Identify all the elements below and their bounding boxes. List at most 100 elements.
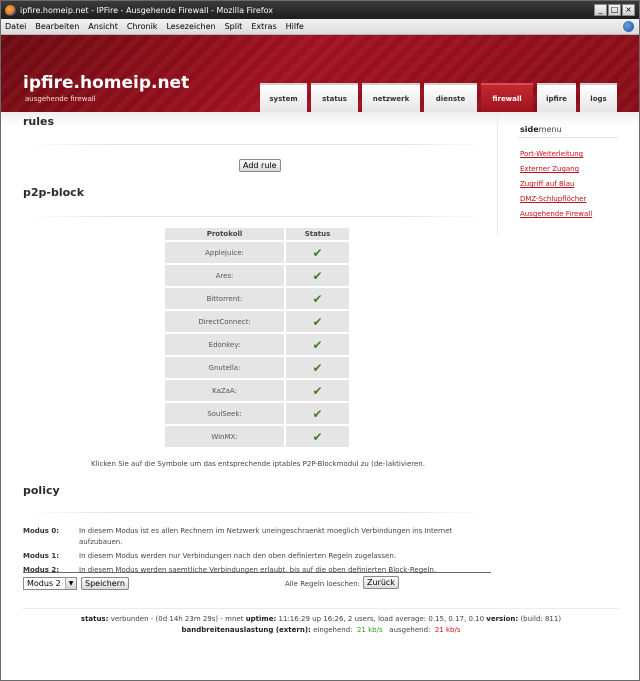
bandwidth-label: bandbreitenauslastung (extern): [181, 626, 311, 634]
table-row: SoulSeek: ✔ [165, 403, 349, 424]
protocol-cell: KaZaA: [165, 380, 286, 401]
delete-all-label: Alle Regeln loeschen: [285, 580, 360, 588]
close-button[interactable]: × [622, 4, 635, 16]
title-bar: ipfire.homeip.net - IPFire - Ausgehende … [1, 1, 639, 19]
throbber-icon [623, 21, 634, 32]
tab-firewall[interactable]: firewall [481, 83, 533, 112]
status-footer: status: verbunden - (0d 14h 23m 29s) - m… [1, 614, 640, 636]
version-value: (build: 811) [520, 615, 562, 623]
column-header-protokoll: Protokoll [165, 228, 286, 240]
page-title: ipfire.homeip.net [23, 73, 190, 93]
protocol-cell: Edonkey: [165, 334, 286, 355]
status-cell: ✔ [286, 242, 349, 263]
add-rule-button[interactable]: Add rule [239, 159, 281, 172]
check-icon[interactable]: ✔ [312, 315, 322, 329]
mode-row-2: Modus 2: In diesem Modus werden saemtlic… [23, 565, 491, 576]
sidebar-link-dmz-schlupfloecher[interactable]: DMZ-Schlupflöcher [520, 195, 586, 203]
protocol-cell: DirectConnect: [165, 311, 286, 332]
footer-bandwidth-line: bandbreitenauslastung (extern): eingehen… [1, 625, 640, 636]
p2p-table: Protokoll Status Applejuice: ✔ Ares: ✔ Bit… [165, 226, 349, 449]
protocol-cell: WinMX: [165, 426, 286, 447]
check-icon[interactable]: ✔ [312, 269, 322, 283]
status-value: verbunden - (0d 14h 23m 29s) - mnet [110, 615, 244, 623]
check-icon[interactable]: ✔ [312, 407, 322, 421]
mode-row-1: Modus 1: In diesem Modus werden nur Verb… [23, 551, 491, 562]
footer-divider [23, 608, 619, 609]
policy-heading: policy [23, 484, 60, 497]
table-row: Bittorrent: ✔ [165, 288, 349, 309]
menu-ansicht[interactable]: Ansicht [88, 22, 118, 31]
back-button[interactable]: Zurück [363, 576, 399, 589]
policy-form-divider [23, 572, 491, 573]
tab-logs[interactable]: logs [580, 83, 617, 112]
sidebar-link-zugriff-auf-blau[interactable]: Zugriff auf Blau [520, 180, 574, 188]
uptime-label: uptime: [245, 615, 277, 623]
tab-status[interactable]: status [311, 83, 358, 112]
minimize-button[interactable]: _ [594, 4, 607, 16]
check-icon[interactable]: ✔ [312, 246, 322, 260]
table-row: Edonkey: ✔ [165, 334, 349, 355]
policy-divider [23, 512, 491, 513]
check-icon[interactable]: ✔ [312, 292, 322, 306]
mode-select-value: Modus 2 [27, 579, 61, 588]
tab-system[interactable]: system [260, 83, 307, 112]
menu-lesezeichen[interactable]: Lesezeichen [166, 22, 215, 31]
tab-dienste[interactable]: dienste [424, 83, 477, 112]
table-row: DirectConnect: ✔ [165, 311, 349, 332]
mode-label: Modus 1: [23, 552, 60, 560]
window-title: ipfire.homeip.net - IPFire - Ausgehende … [20, 5, 274, 15]
table-row: WinMX: ✔ [165, 426, 349, 447]
check-icon[interactable]: ✔ [312, 430, 322, 444]
table-row: KaZaA: ✔ [165, 380, 349, 401]
column-header-status: Status [286, 228, 349, 240]
check-icon[interactable]: ✔ [312, 361, 322, 375]
sidebar: sidemenu Port-Weiterleitung Externer Zug… [497, 112, 619, 235]
version-label: version: [486, 615, 519, 623]
protocol-cell: Bittorrent: [165, 288, 286, 309]
sidebar-link-externer-zugang[interactable]: Externer Zugang [520, 165, 579, 173]
browser-window: ipfire.homeip.net - IPFire - Ausgehende … [0, 0, 640, 681]
window-controls: _ □ × [594, 4, 635, 16]
status-cell: ✔ [286, 311, 349, 332]
p2p-heading: p2p-block [23, 186, 85, 199]
menu-hilfe[interactable]: Hilfe [286, 22, 304, 31]
menu-chronik[interactable]: Chronik [127, 22, 158, 31]
policy-form: Modus 2 ▼ Speichern Alle Regeln loeschen… [23, 576, 491, 594]
sidebar-divider [518, 137, 618, 138]
uptime-value: 11:16:29 up 16:26, 2 users, load average… [278, 615, 485, 623]
sidebar-title: sidemenu [520, 125, 562, 134]
page-content: rules Add rule p2p-block Protokoll Statu… [1, 112, 639, 663]
save-button[interactable]: Speichern [81, 577, 129, 590]
protocol-cell: Gnutella: [165, 357, 286, 378]
tab-netzwerk[interactable]: netzwerk [362, 83, 420, 112]
sidebar-link-port-weiterleitung[interactable]: Port-Weiterleitung [520, 150, 583, 158]
check-icon[interactable]: ✔ [312, 384, 322, 398]
menu-datei[interactable]: Datei [5, 22, 26, 31]
incoming-value: 21 kb/s [356, 626, 383, 634]
check-icon[interactable]: ✔ [312, 338, 322, 352]
sidebar-link-ausgehende-firewall[interactable]: Ausgehende Firewall [520, 210, 592, 218]
status-label: status: [80, 615, 109, 623]
sidebar-title-rest: menu [538, 125, 562, 134]
main-navigation: system status netzwerk dienste firewall … [260, 83, 617, 112]
protocol-cell: Ares: [165, 265, 286, 286]
chevron-down-icon: ▼ [65, 578, 76, 589]
menu-bearbeiten[interactable]: Bearbeiten [35, 22, 79, 31]
footer-status-line: status: verbunden - (0d 14h 23m 29s) - m… [1, 614, 640, 625]
status-cell: ✔ [286, 265, 349, 286]
mode-select[interactable]: Modus 2 ▼ [23, 577, 77, 590]
incoming-label: eingehend: [313, 626, 353, 634]
menu-extras[interactable]: Extras [251, 22, 276, 31]
mode-description: In diesem Modus ist es allen Rechnern im… [79, 527, 453, 546]
protocol-cell: SoulSeek: [165, 403, 286, 424]
maximize-button[interactable]: □ [608, 4, 621, 16]
tab-ipfire[interactable]: ipfire [537, 83, 576, 112]
menu-split[interactable]: Split [225, 22, 243, 31]
status-cell: ✔ [286, 380, 349, 401]
rules-heading: rules [23, 115, 55, 128]
table-row: Applejuice: ✔ [165, 242, 349, 263]
menu-bar: Datei Bearbeiten Ansicht Chronik Lesezei… [1, 19, 639, 35]
mode-label: Modus 0: [23, 527, 60, 535]
mode-description: In diesem Modus werden nur Verbindungen … [79, 552, 396, 560]
outgoing-value: 21 kb/s [434, 626, 461, 634]
